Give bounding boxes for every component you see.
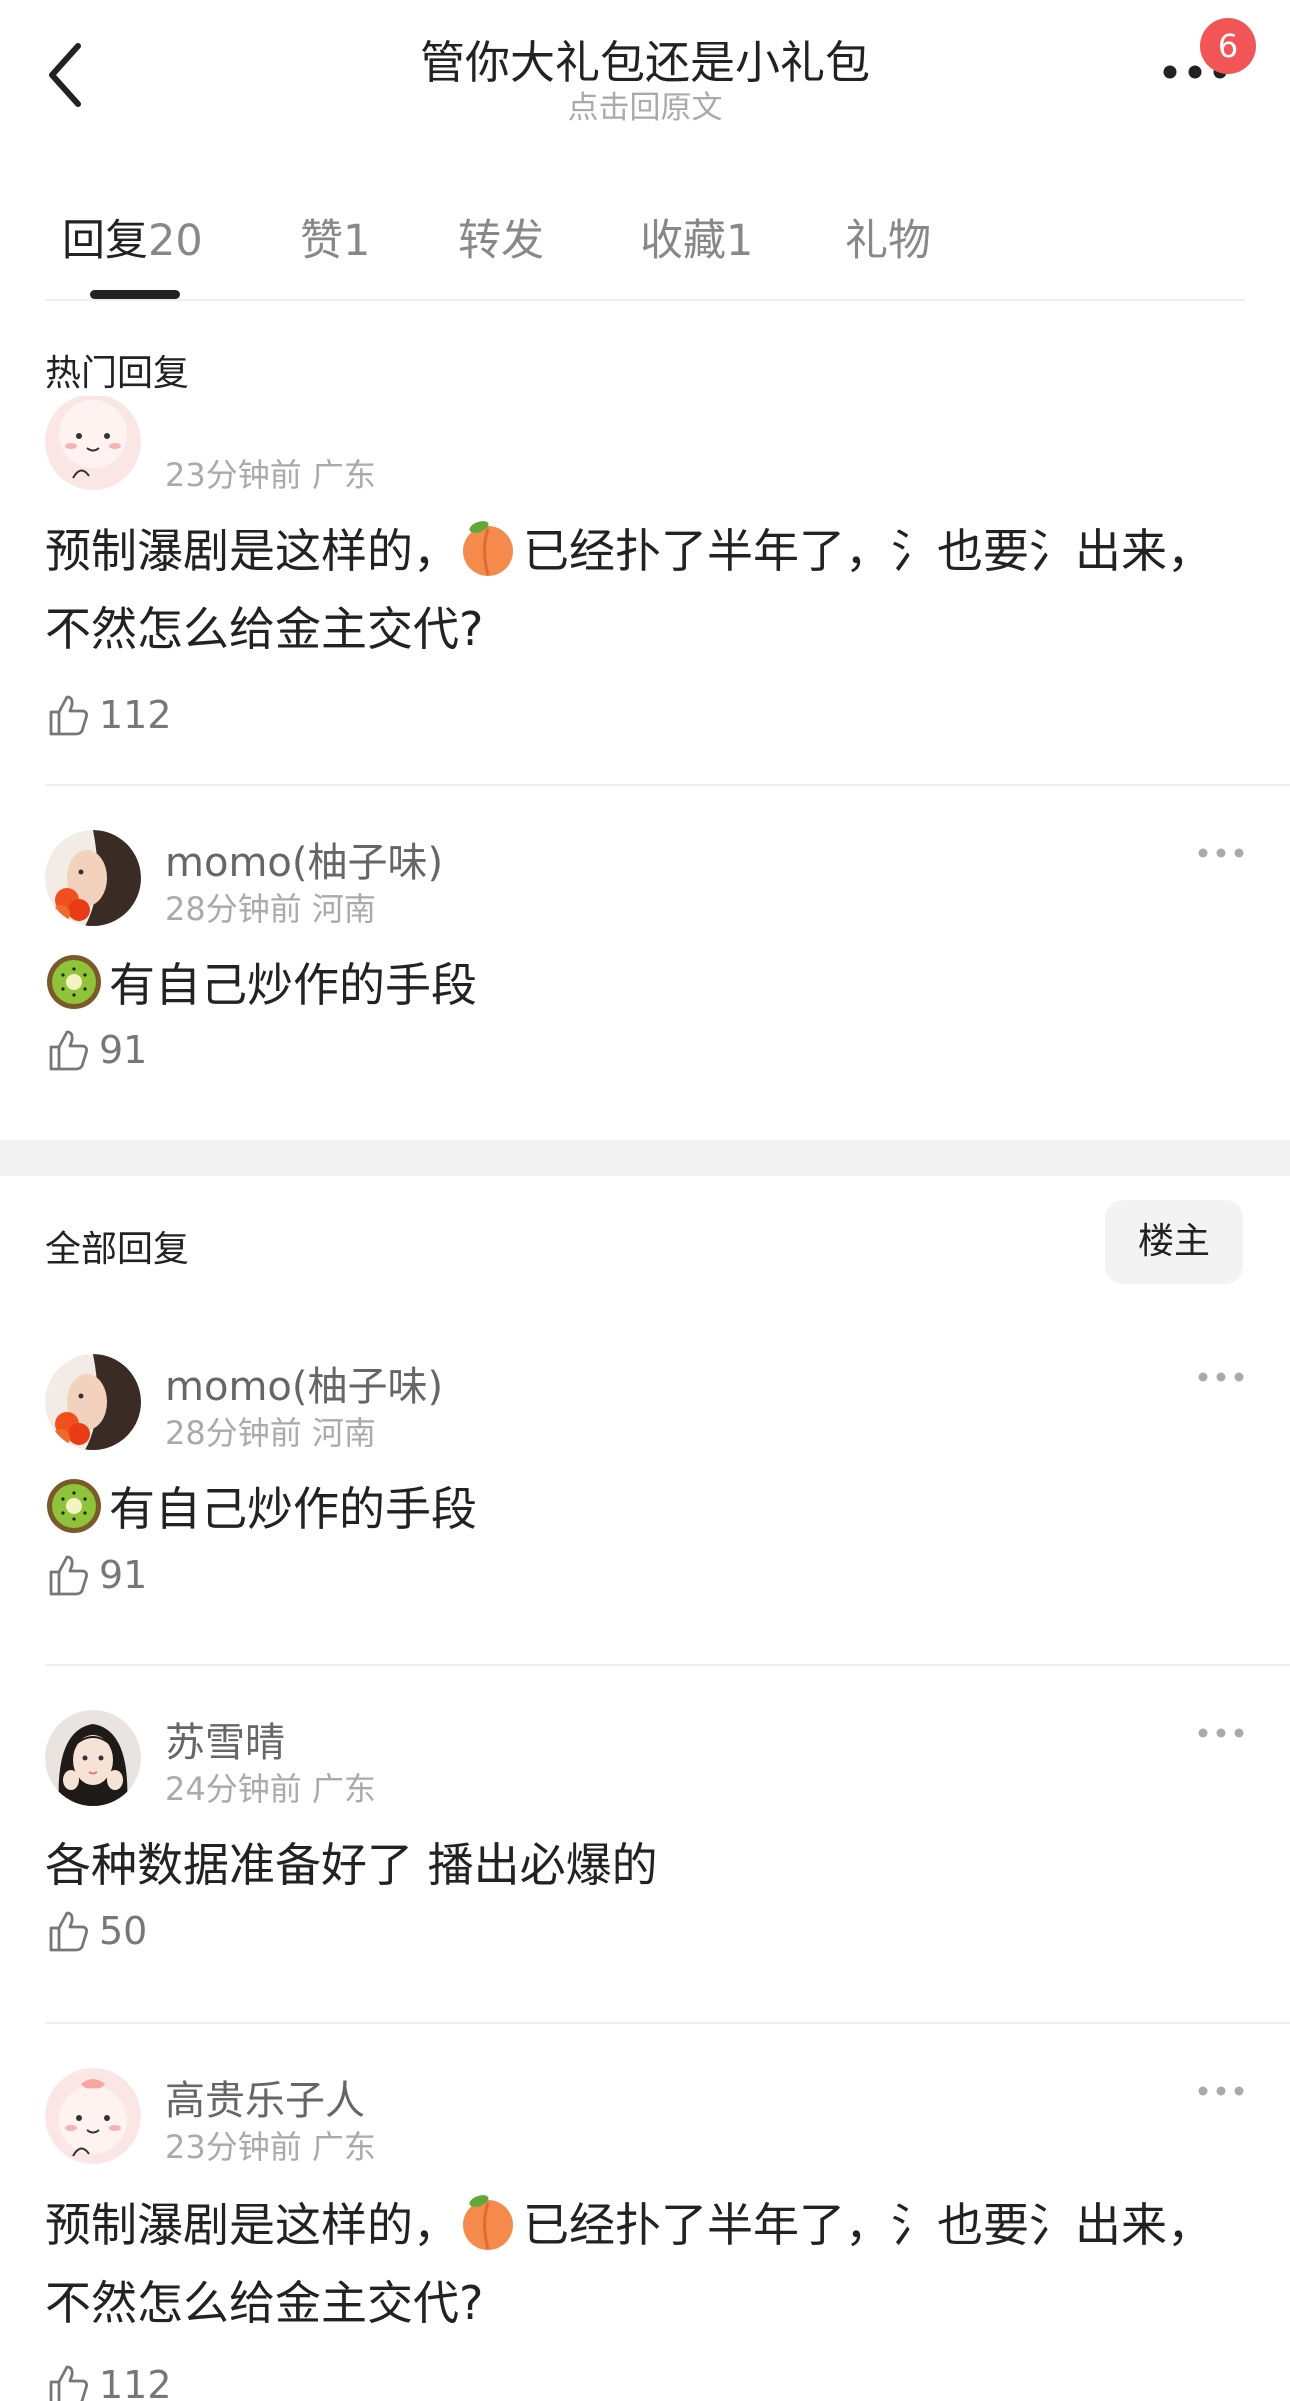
comment-text-part: 有自己炒作的手段	[109, 1482, 477, 1536]
tab-favorites[interactable]: 收藏1	[640, 206, 753, 268]
like-count: 112	[99, 2363, 172, 2401]
peach-emoji-icon	[463, 521, 513, 576]
avatar[interactable]	[45, 396, 141, 490]
comment-time: 23分钟前	[165, 2128, 302, 2166]
comment-text-part: 各种数据准备好了 播出必爆的	[45, 1838, 658, 1892]
tab-label: 回复	[62, 216, 148, 266]
comment-location: 广东	[311, 456, 376, 494]
comment-more-icon[interactable]	[1196, 2084, 1246, 2098]
comment-location: 河南	[311, 1414, 376, 1452]
like-count: 112	[99, 693, 172, 737]
comment-time: 23分钟前	[165, 456, 302, 494]
comment-divider	[45, 2022, 1290, 2024]
comment-text: 有自己炒作的手段	[45, 946, 1245, 1024]
comment-meta: 23分钟前 广东	[165, 450, 376, 496]
comment-text: 各种数据准备好了 播出必爆的	[45, 1826, 1245, 1904]
comment-divider	[45, 1664, 1290, 1666]
notification-badge: 6	[1200, 18, 1256, 74]
tab-gifts[interactable]: 礼物	[845, 206, 931, 268]
back-to-original-link[interactable]: 点击回原文	[0, 82, 1290, 127]
thumbs-up-icon	[49, 1030, 88, 1071]
comment-text: 预制瀑剧是这样的， 已经扑了半年了，氵也要氵出来，不然怎么给金主交代?	[45, 2186, 1245, 2342]
tab-count: 1	[343, 216, 371, 266]
hot-replies-title: 热门回复	[45, 353, 190, 394]
like-button[interactable]: 50	[45, 1906, 147, 1956]
comment-more-icon[interactable]	[1196, 1370, 1246, 1384]
thumbs-up-icon	[49, 1911, 88, 1952]
comment-more-icon[interactable]	[1196, 1726, 1246, 1740]
active-tab-indicator	[90, 290, 180, 299]
tab-label: 转发	[458, 216, 544, 266]
tab-count: 20	[148, 216, 203, 266]
like-button[interactable]: 112	[45, 2360, 172, 2401]
comment-text-part: 有自己炒作的手段	[109, 958, 477, 1012]
thumbs-up-icon	[49, 2365, 88, 2401]
tab-likes[interactable]: 赞1	[300, 206, 370, 268]
like-button[interactable]: 91	[45, 1025, 147, 1075]
thumbs-up-icon	[49, 695, 88, 736]
avatar[interactable]	[45, 1710, 141, 1806]
comment-text: 有自己炒作的手段	[45, 1470, 1245, 1548]
commenter-name[interactable]: momo(柚子味)	[165, 830, 443, 888]
comment-meta: 28分钟前 河南	[165, 1408, 376, 1454]
comment-meta: 23分钟前 广东	[165, 2122, 376, 2168]
like-button[interactable]: 112	[45, 690, 172, 740]
tab-replies[interactable]: 回复20	[62, 206, 203, 268]
like-count: 91	[99, 1553, 148, 1597]
commenter-name[interactable]: momo(柚子味)	[165, 1354, 443, 1412]
kiwi-emoji-icon	[47, 1479, 101, 1533]
like-button[interactable]: 91	[45, 1550, 147, 1600]
comment-text-part: 预制瀑剧是这样的，	[45, 2198, 459, 2252]
commenter-name[interactable]: 高贵乐子人	[165, 2068, 365, 2126]
comment-time: 28分钟前	[165, 890, 302, 928]
avatar[interactable]	[45, 2068, 141, 2164]
comment-more-icon[interactable]	[1196, 846, 1246, 860]
tab-count: 1	[726, 216, 754, 266]
section-separator	[0, 1140, 1290, 1176]
kiwi-emoji-icon	[47, 955, 101, 1009]
comment-text-part: 预制瀑剧是这样的，	[45, 524, 459, 578]
comment-location: 广东	[311, 1770, 376, 1808]
comment-time: 28分钟前	[165, 1414, 302, 1452]
comment-divider	[45, 784, 1290, 786]
peach-emoji-icon	[463, 2195, 513, 2250]
like-count: 91	[99, 1028, 148, 1072]
tab-divider	[45, 299, 1245, 301]
commenter-name[interactable]: 苏雪晴	[165, 1710, 285, 1768]
comment-meta: 28分钟前 河南	[165, 884, 376, 930]
comment-text: 预制瀑剧是这样的， 已经扑了半年了，氵也要氵出来，不然怎么给金主交代?	[45, 512, 1245, 668]
avatar[interactable]	[45, 830, 141, 926]
comment-location: 广东	[311, 2128, 376, 2166]
owner-only-button[interactable]: 楼主	[1105, 1200, 1243, 1284]
comment-time: 24分钟前	[165, 1770, 302, 1808]
tab-label: 赞	[300, 216, 343, 266]
avatar[interactable]	[45, 1354, 141, 1450]
tab-label: 礼物	[845, 216, 931, 266]
all-replies-title: 全部回复	[45, 1229, 190, 1270]
comment-meta: 24分钟前 广东	[165, 1764, 376, 1810]
like-count: 50	[99, 1909, 148, 1953]
comment-location: 河南	[311, 890, 376, 928]
tab-reposts[interactable]: 转发	[458, 206, 544, 268]
thumbs-up-icon	[49, 1555, 88, 1596]
tab-label: 收藏	[640, 216, 726, 266]
